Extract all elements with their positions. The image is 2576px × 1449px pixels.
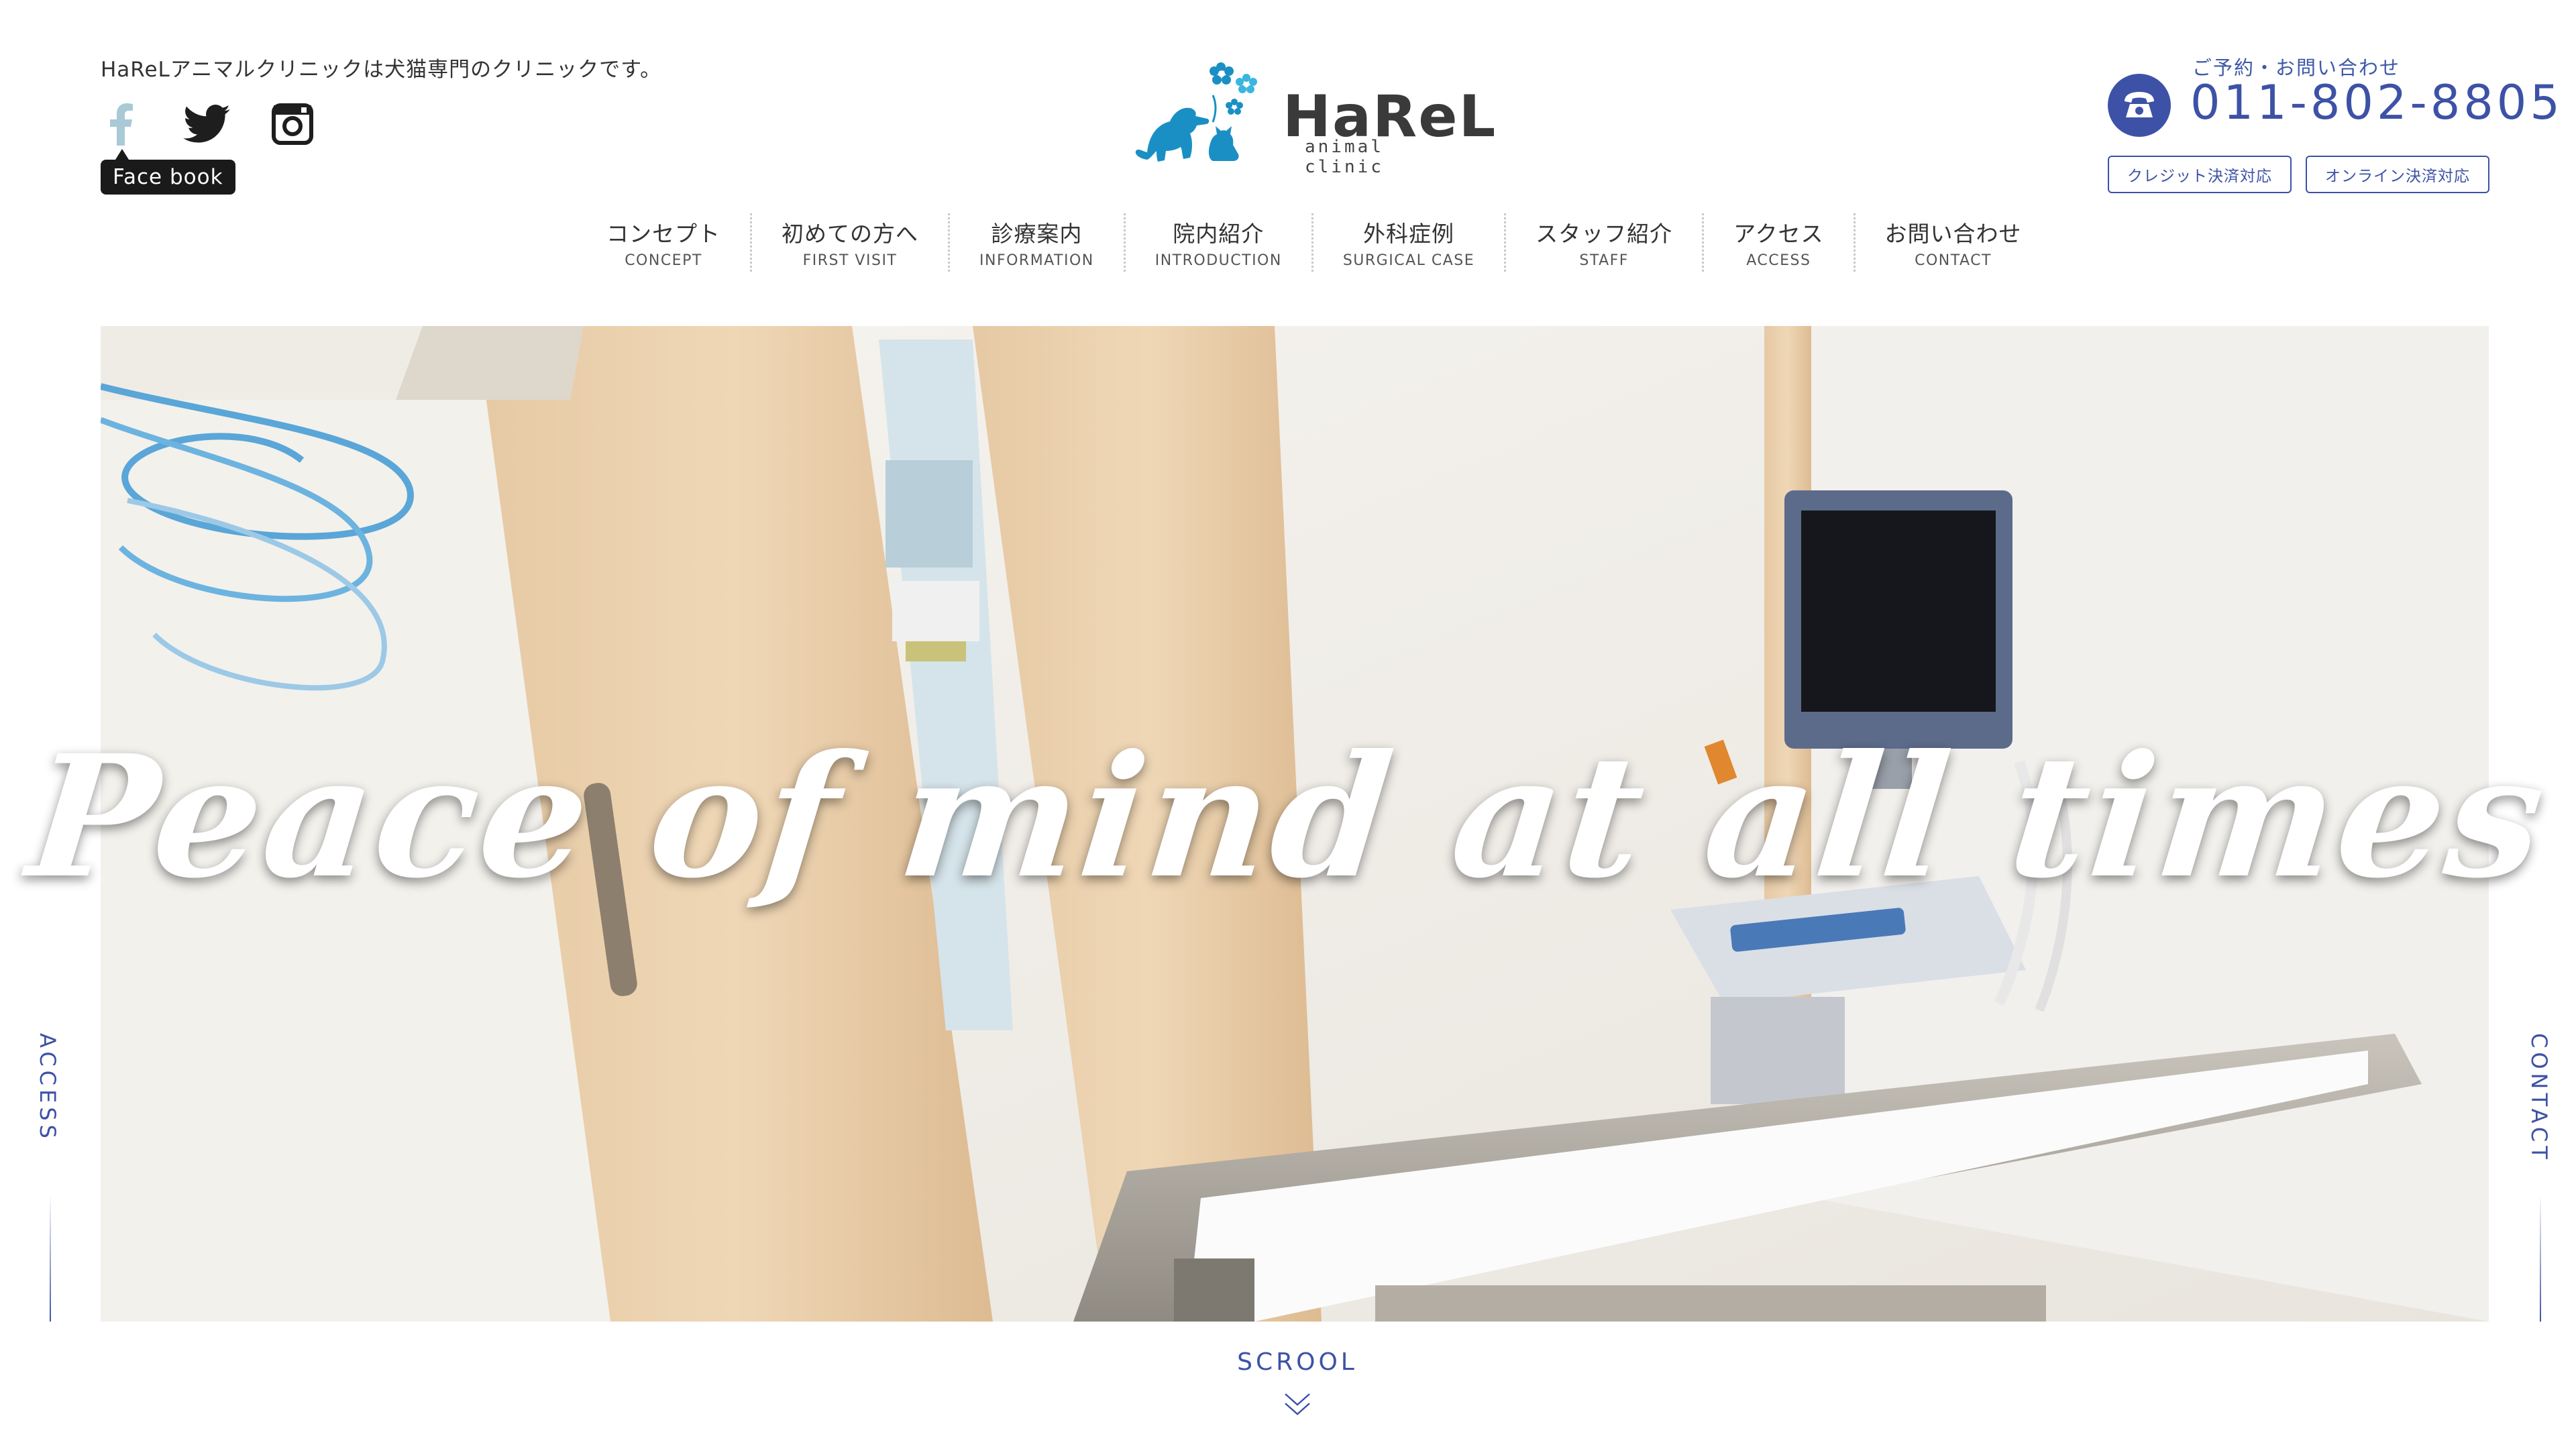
nav-item-surgical-case[interactable]: 外科症例 SURGICAL CASE [1311, 213, 1504, 272]
twitter-icon[interactable] [180, 101, 233, 148]
nav-label-ja: スタッフ紹介 [1536, 221, 1673, 247]
hero-headline: Peace of mind at all times [20, 718, 2556, 915]
nav-label-en: SURGICAL CASE [1342, 252, 1475, 269]
nav-label-en: STAFF [1579, 252, 1629, 269]
scroll-label[interactable]: SCROOL [0, 1348, 2576, 1376]
nav-label-en: CONTACT [1915, 252, 1992, 269]
nav-label-ja: 院内紹介 [1173, 221, 1265, 247]
credit-payment-button[interactable]: クレジット決済対応 [2108, 156, 2292, 193]
chevron-down-icon[interactable] [1283, 1390, 1312, 1419]
logo-subtitle: animal clinic [1305, 137, 1384, 177]
social-tooltip: Face book [101, 149, 235, 195]
side-line-right [2540, 1194, 2541, 1322]
side-link-access[interactable]: ACCESS [35, 1033, 60, 1142]
nav-label-ja: 初めての方へ [782, 221, 918, 247]
online-payment-button[interactable]: オンライン決済対応 [2306, 156, 2489, 193]
nav-label-ja: アクセス [1733, 221, 1824, 247]
dog-cat-logo-icon [1135, 62, 1257, 162]
nav-item-access[interactable]: アクセス ACCESS [1702, 213, 1853, 272]
nav-label-ja: 外科症例 [1362, 221, 1454, 247]
nav-label-ja: お問い合わせ [1884, 221, 2022, 247]
nav-label-en: FIRST VISIT [802, 252, 898, 269]
nav-label-ja: コンセプト [606, 221, 720, 247]
nav-label-en: CONCEPT [625, 252, 702, 269]
nav-item-introduction[interactable]: 院内紹介 INTRODUCTION [1123, 213, 1311, 272]
side-link-contact[interactable]: CONTACT [2526, 1033, 2552, 1163]
site-logo[interactable]: HaReL animal clinic [1134, 54, 1495, 177]
global-nav: コンセプト CONCEPT 初めての方へ FIRST VISIT 診療案内 INFOR… [577, 213, 2051, 272]
nav-item-first-visit[interactable]: 初めての方へ FIRST VISIT [750, 213, 948, 272]
nav-label-en: ACCESS [1746, 252, 1811, 269]
side-line-left [50, 1194, 51, 1322]
phone-number[interactable]: 011-802-8805 [2190, 75, 2563, 130]
site-tagline: HaReLアニマルクリニックは犬猫専門のクリニックです。 [101, 58, 662, 82]
nav-item-staff[interactable]: スタッフ紹介 STAFF [1504, 213, 1702, 272]
nav-item-contact[interactable]: お問い合わせ CONTACT [1853, 213, 2051, 272]
nav-item-concept[interactable]: コンセプト CONCEPT [577, 213, 750, 272]
phone-icon [2108, 74, 2171, 137]
social-links [94, 101, 319, 148]
nav-label-en: INFORMATION [979, 252, 1094, 269]
nav-label-en: INTRODUCTION [1155, 252, 1282, 269]
facebook-icon[interactable] [94, 101, 148, 148]
instagram-icon[interactable] [266, 101, 319, 148]
nav-label-ja: 診療案内 [991, 221, 1083, 247]
nav-item-information[interactable]: 診療案内 INFORMATION [948, 213, 1124, 272]
